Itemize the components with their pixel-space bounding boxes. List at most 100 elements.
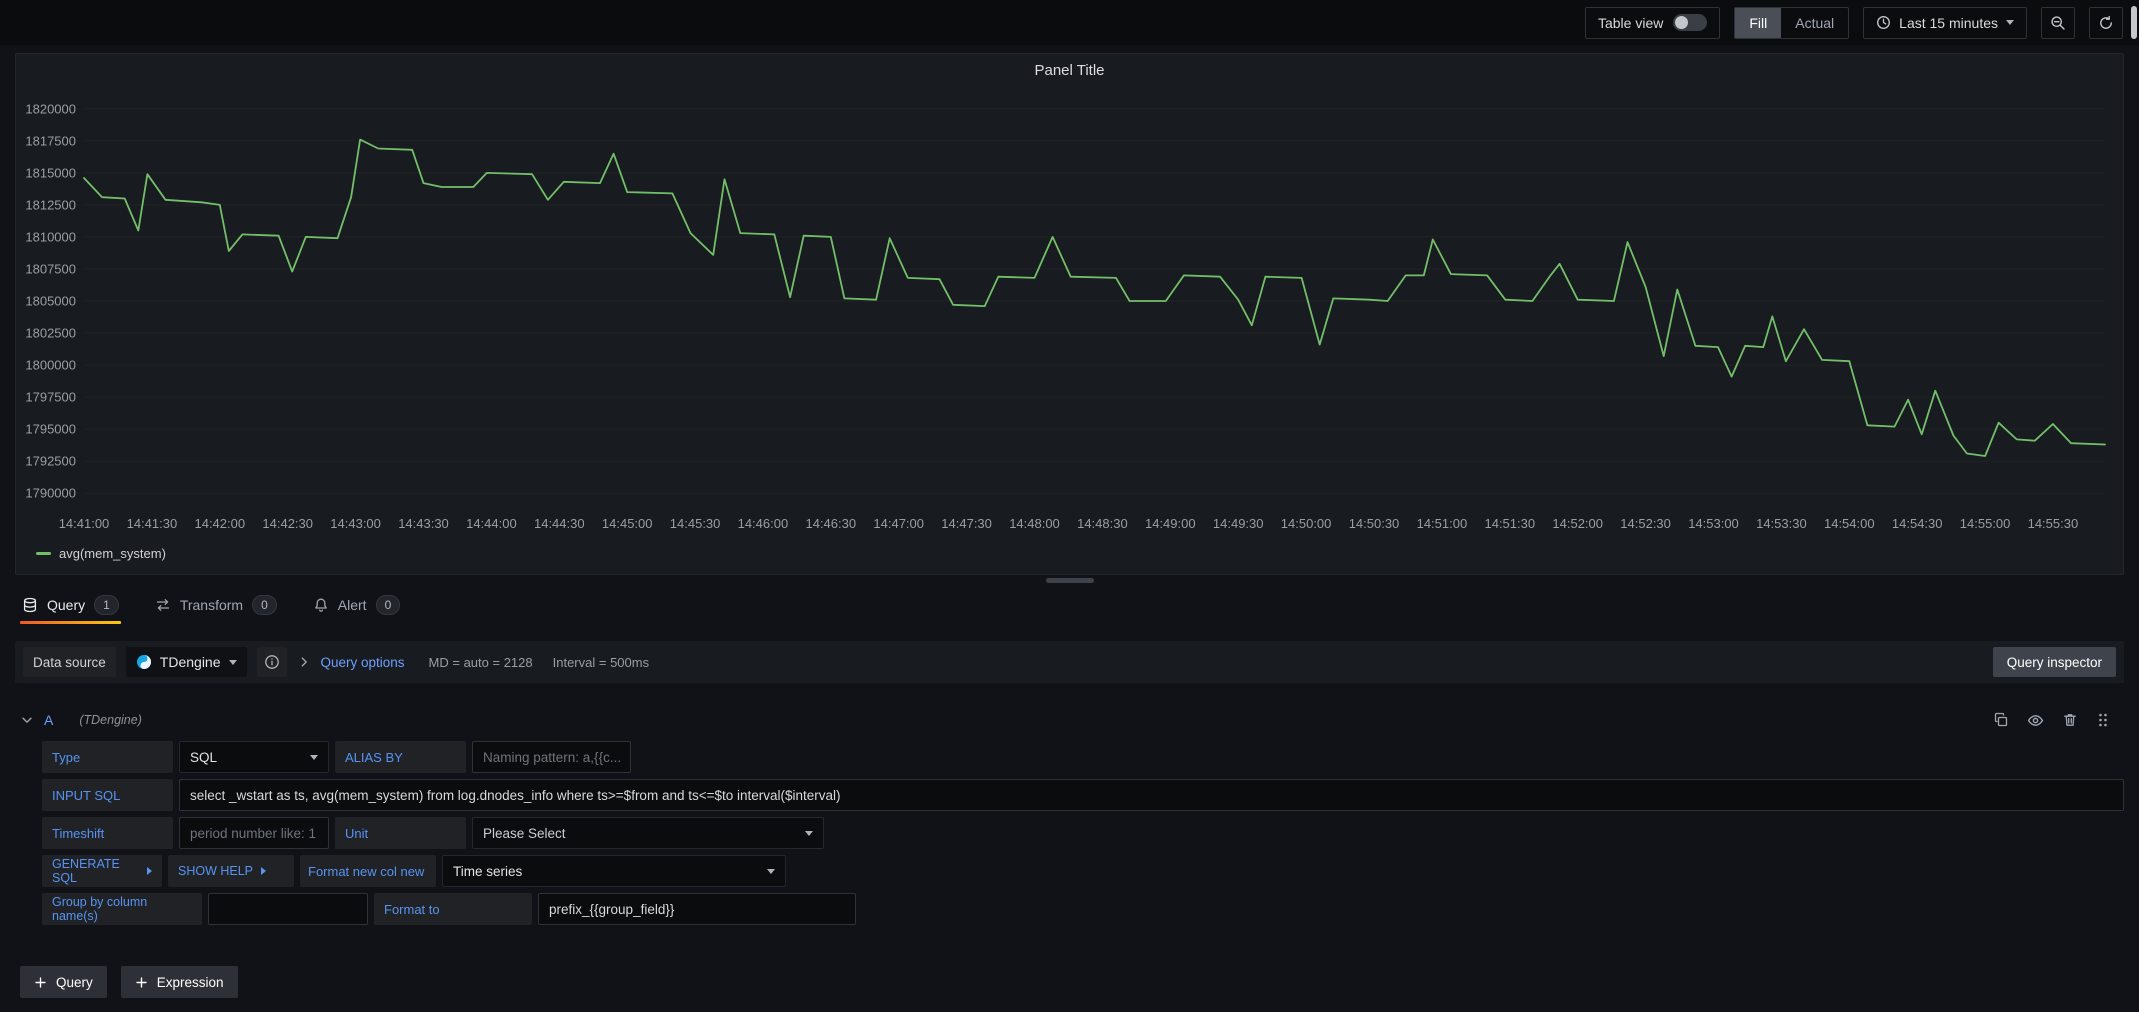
time-range-picker[interactable]: Last 15 minutes [1863, 7, 2027, 39]
fill-button[interactable]: Fill [1735, 8, 1781, 38]
panel-title[interactable]: Panel Title [26, 58, 2113, 84]
svg-text:1817500: 1817500 [26, 133, 76, 148]
chart-panel: Panel Title 1790000179250017950001797500… [15, 53, 2124, 575]
query-options-md: MD = auto = 2128 [429, 655, 533, 670]
editor-tabs: Query 1 Transform 0 Alert 0 [20, 589, 402, 621]
show-help-button[interactable]: SHOW HELP [168, 855, 294, 887]
type-select[interactable]: SQL [179, 741, 329, 773]
svg-text:14:51:30: 14:51:30 [1484, 516, 1535, 531]
drag-handle-icon[interactable] [2096, 712, 2110, 728]
query-row-actions [1993, 712, 2124, 729]
svg-text:14:44:30: 14:44:30 [534, 516, 585, 531]
svg-text:14:52:00: 14:52:00 [1552, 516, 1603, 531]
tab-transform[interactable]: Transform 0 [153, 589, 279, 621]
actual-button[interactable]: Actual [1781, 8, 1848, 38]
legend-label[interactable]: avg(mem_system) [59, 546, 166, 561]
svg-text:1800000: 1800000 [26, 358, 76, 373]
svg-text:14:51:00: 14:51:00 [1417, 516, 1468, 531]
chevron-right-icon [147, 867, 152, 875]
svg-text:14:54:00: 14:54:00 [1824, 516, 1875, 531]
form-row-type: Type SQL ALIAS BY [42, 741, 2124, 773]
alert-count-badge: 0 [376, 595, 401, 615]
scrollbar-thumb[interactable] [2131, 6, 2137, 39]
type-select-value: SQL [190, 750, 217, 765]
svg-text:1790000: 1790000 [26, 486, 76, 501]
format-to-input[interactable] [538, 893, 856, 925]
datasource-label: Data source [23, 647, 116, 677]
chevron-right-icon [297, 655, 311, 669]
svg-text:14:42:30: 14:42:30 [262, 516, 313, 531]
svg-text:14:46:30: 14:46:30 [805, 516, 856, 531]
svg-text:14:49:00: 14:49:00 [1145, 516, 1196, 531]
query-inspector-button[interactable]: Query inspector [1993, 647, 2116, 677]
svg-text:14:49:30: 14:49:30 [1213, 516, 1264, 531]
datasource-bar: Data source TDengine Query options MD = … [15, 641, 2124, 683]
alias-by-input[interactable] [472, 741, 631, 773]
clock-icon [1876, 15, 1891, 30]
svg-text:14:50:00: 14:50:00 [1281, 516, 1332, 531]
format-to-label: Format to [374, 893, 532, 925]
svg-text:1792500: 1792500 [26, 454, 76, 469]
size-mode-group: Fill Actual [1734, 7, 1849, 39]
tab-alert[interactable]: Alert 0 [311, 589, 402, 621]
legend-swatch [36, 552, 51, 555]
info-circle-icon [264, 654, 280, 670]
database-icon [22, 597, 38, 613]
add-query-label: Query [56, 975, 93, 990]
format-select-value: Time series [453, 864, 522, 879]
svg-text:14:41:00: 14:41:00 [59, 516, 110, 531]
duplicate-query-icon[interactable] [1993, 712, 2009, 728]
svg-text:1797500: 1797500 [26, 390, 76, 405]
query-options-link[interactable]: Query options [321, 655, 405, 670]
svg-text:14:55:00: 14:55:00 [1960, 516, 2011, 531]
svg-text:1802500: 1802500 [26, 326, 76, 341]
add-expression-label: Expression [157, 975, 224, 990]
toggle-visibility-icon[interactable] [2027, 712, 2044, 729]
generate-sql-label: GENERATE SQL [52, 857, 139, 885]
timeseries-chart[interactable]: 1790000179250017950001797500180000018025… [26, 84, 2113, 536]
add-expression-button[interactable]: Expression [121, 966, 238, 998]
svg-text:14:53:00: 14:53:00 [1688, 516, 1739, 531]
datasource-picker[interactable]: TDengine [126, 647, 247, 677]
format-label: Format new col new [300, 855, 436, 887]
chevron-down-icon [805, 831, 813, 836]
query-row-header: A (TDengine) [20, 706, 2124, 734]
chevron-down-icon [2006, 20, 2014, 25]
panel-resize-handle[interactable] [1046, 578, 1094, 583]
svg-text:1807500: 1807500 [26, 262, 76, 277]
group-by-input[interactable] [208, 893, 368, 925]
datasource-help-button[interactable] [257, 647, 287, 677]
chevron-right-icon [261, 867, 266, 875]
transform-count-badge: 0 [252, 595, 277, 615]
input-sql-input[interactable] [179, 779, 2124, 811]
svg-text:14:52:30: 14:52:30 [1620, 516, 1671, 531]
svg-text:14:44:00: 14:44:00 [466, 516, 517, 531]
svg-text:1820000: 1820000 [26, 101, 76, 116]
delete-query-icon[interactable] [2062, 712, 2078, 728]
svg-text:14:48:30: 14:48:30 [1077, 516, 1128, 531]
form-row-groupby: Group by column name(s) Format to [42, 893, 2124, 925]
collapse-chevron-icon[interactable] [20, 713, 34, 727]
svg-text:14:46:00: 14:46:00 [738, 516, 789, 531]
svg-text:14:42:00: 14:42:00 [194, 516, 245, 531]
toolbar: Table view Fill Actual Last 15 minutes [0, 0, 2139, 45]
timeshift-input[interactable] [179, 817, 329, 849]
table-view-switch[interactable] [1673, 14, 1707, 31]
generate-sql-button[interactable]: GENERATE SQL [42, 855, 162, 887]
tab-query-label: Query [47, 597, 85, 613]
chart-legend: avg(mem_system) [26, 539, 2113, 567]
add-query-button[interactable]: Query [20, 966, 107, 998]
svg-text:14:47:00: 14:47:00 [873, 516, 924, 531]
format-select[interactable]: Time series [442, 855, 786, 887]
tab-alert-label: Alert [338, 597, 367, 613]
svg-text:1810000: 1810000 [26, 229, 76, 244]
query-ref-id[interactable]: A [44, 712, 53, 728]
svg-text:14:41:30: 14:41:30 [127, 516, 178, 531]
refresh-button[interactable] [2089, 7, 2123, 39]
tab-query[interactable]: Query 1 [20, 589, 121, 621]
zoom-out-button[interactable] [2041, 7, 2075, 39]
alias-by-label: ALIAS BY [335, 741, 466, 773]
zoom-out-icon [2050, 15, 2066, 31]
unit-select[interactable]: Please Select [472, 817, 824, 849]
query-datasource-hint: (TDengine) [79, 713, 142, 727]
